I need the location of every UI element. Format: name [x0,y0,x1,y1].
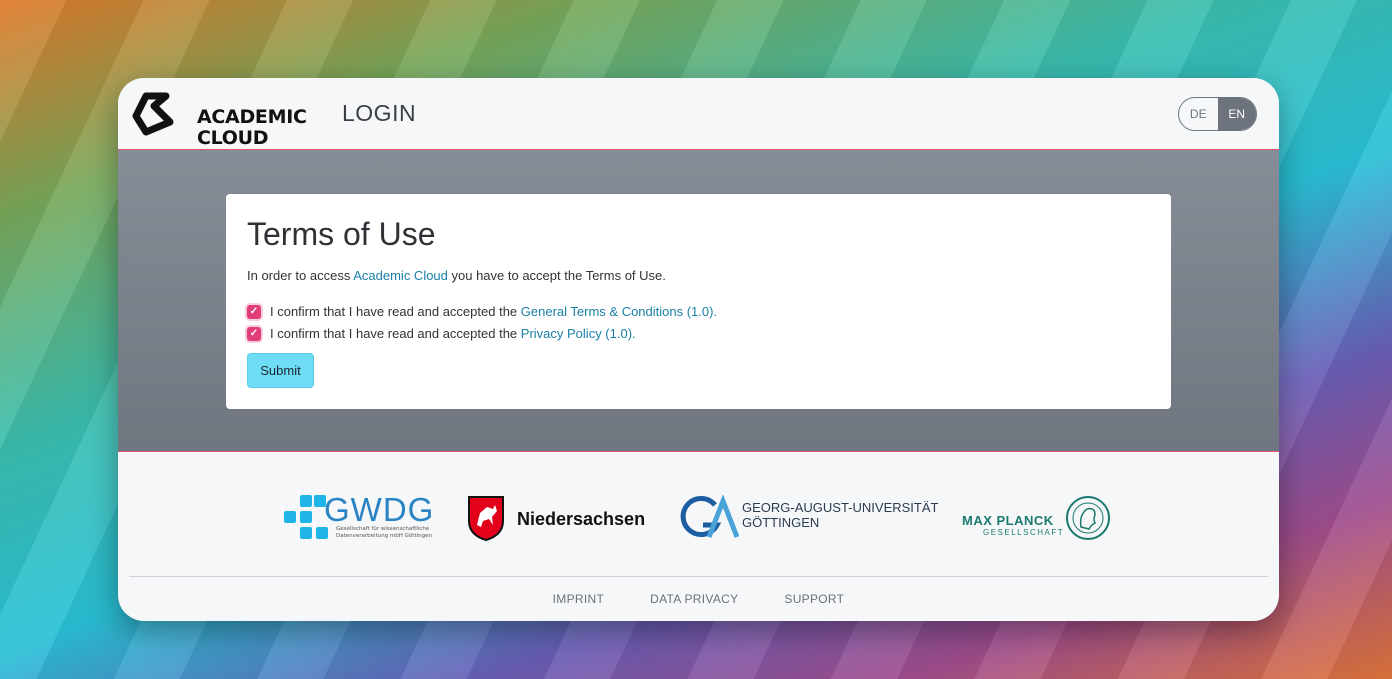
terms-title: Terms of Use [247,216,436,252]
academic-cloud-logo[interactable]: ACADEMIC CLOUD [132,92,307,149]
terms-check-suffix: . [713,304,718,319]
top-bar: ACADEMIC CLOUD LOGIN DE EN [118,78,1279,150]
academic-cloud-logo-icon [132,92,174,136]
privacy-checkbox[interactable]: ✓ [247,326,261,341]
goettingen-ga-icon [680,495,739,538]
lang-de-button[interactable]: DE [1179,98,1218,130]
terms-intro: In order to access Academic Cloud you ha… [247,268,1150,283]
max-planck-title: MAX PLANCK [962,513,1054,528]
footer-divider [129,576,1268,577]
goettingen-text: GEORG-AUGUST-UNIVERSITÄT GÖTTINGEN [742,500,938,530]
privacy-policy-link[interactable]: Privacy Policy (1.0) [521,326,632,341]
data-privacy-link[interactable]: DATA PRIVACY [650,592,738,606]
imprint-link[interactable]: IMPRINT [553,592,604,606]
footer-nav: IMPRINT DATA PRIVACY SUPPORT [118,592,1279,606]
privacy-check-prefix: I confirm that I have read and accepted … [270,326,518,341]
gwdg-title: GWDG [324,491,435,528]
niedersachsen-text: Niedersachsen [517,509,646,529]
check-icon: ✓ [249,306,259,317]
minerva-seal-icon [1066,496,1110,540]
niedersachsen-shield-icon [468,496,504,541]
terms-panel: Terms of Use In order to access Academic… [226,194,1171,409]
terms-checkbox[interactable]: ✓ [247,304,261,319]
general-terms-link[interactable]: General Terms & Conditions (1.0) [521,304,714,319]
goettingen-line-1: GEORG-AUGUST-UNIVERSITÄT [742,500,939,515]
submit-button[interactable]: Submit [247,353,314,388]
privacy-check-suffix: . [632,326,636,341]
partner-logos: GWDG Gesellschaft für wissenschaftliche … [118,488,1279,558]
check-icon: ✓ [249,328,259,339]
logo-line-1: ACADEMIC [197,106,307,128]
intro-prefix: In order to access [247,268,354,283]
main-area: Terms of Use In order to access Academic… [118,150,1279,452]
login-card: ACADEMIC CLOUD LOGIN DE EN Terms of Use … [118,78,1279,621]
privacy-checkbox-row: ✓ I confirm that I have read and accepte… [247,326,1150,341]
page-title: LOGIN [342,100,417,126]
terms-check-prefix: I confirm that I have read and accepted … [270,304,518,319]
language-toggle: DE EN [1178,97,1257,131]
logo-text: ACADEMIC CLOUD [197,107,307,149]
intro-suffix: you have to accept the Terms of Use. [447,268,666,283]
support-link[interactable]: SUPPORT [784,592,844,606]
logo-line-2: CLOUD [197,127,269,149]
academic-cloud-link[interactable]: Academic Cloud [353,268,448,283]
goettingen-line-2: GÖTTINGEN [742,515,820,530]
gwdg-subtitle: Gesellschaft für wissenschaftliche Daten… [336,526,432,539]
lang-en-button[interactable]: EN [1217,98,1256,130]
terms-checkbox-row: ✓ I confirm that I have read and accepte… [247,304,1150,319]
max-planck-subtitle: GESELLSCHAFT [983,528,1065,537]
